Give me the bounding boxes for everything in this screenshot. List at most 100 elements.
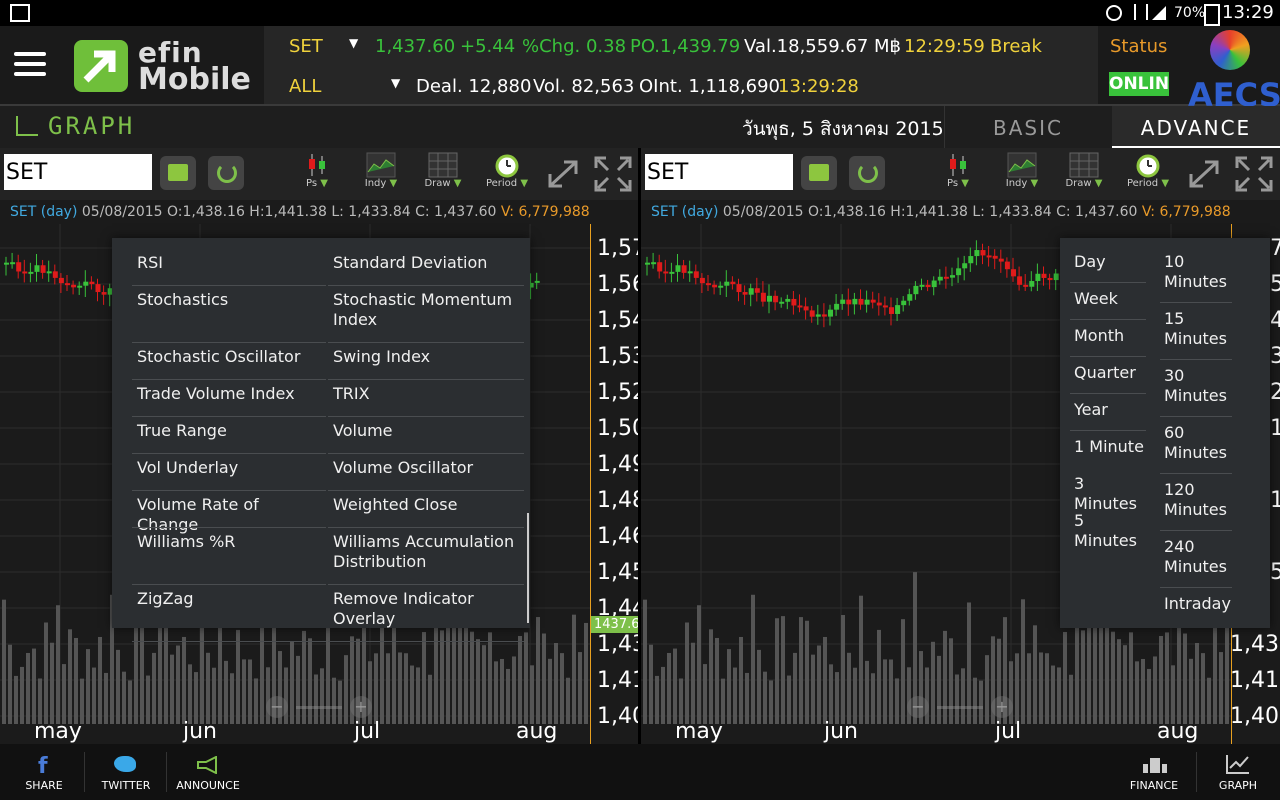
menu-icon[interactable] xyxy=(14,52,46,76)
announce-button[interactable]: ANNOUNCE xyxy=(168,748,248,798)
menu-item[interactable]: True Range xyxy=(137,421,317,441)
period-option[interactable]: Week xyxy=(1074,289,1150,309)
symbol-input[interactable] xyxy=(645,154,793,190)
symbol-select[interactable]: SET xyxy=(289,36,323,57)
chevron-down-icon[interactable]: ▼ xyxy=(391,76,400,90)
y-tick: 1,57 xyxy=(597,236,638,261)
expand-icon[interactable] xyxy=(546,158,580,194)
period-option[interactable]: 60 Minutes xyxy=(1164,423,1244,463)
zoom-in-icon[interactable]: + xyxy=(991,696,1013,718)
chevron-down-icon[interactable]: ▼ xyxy=(349,36,358,50)
volume-bar xyxy=(949,638,953,724)
menu-item[interactable]: RSI xyxy=(137,253,317,273)
menu-item[interactable]: Vol Underlay xyxy=(137,458,317,478)
x-tick-may: may xyxy=(675,719,723,744)
indy-button[interactable]: Indy ▼ xyxy=(997,152,1047,198)
finance-button[interactable]: FINANCE xyxy=(1114,748,1194,798)
expand-icon[interactable] xyxy=(1187,158,1221,194)
zoom-slider[interactable] xyxy=(296,706,342,709)
volume-bar xyxy=(943,630,947,724)
candle-body xyxy=(864,299,870,305)
period-option[interactable]: 1 Minute xyxy=(1074,437,1150,457)
draw-label: Draw xyxy=(424,178,451,189)
candle-body xyxy=(846,299,852,305)
volume-bar xyxy=(122,671,126,724)
volume-bar xyxy=(925,667,929,724)
zoom-out-icon[interactable]: − xyxy=(266,696,288,718)
period-option[interactable]: 15 Minutes xyxy=(1164,309,1244,349)
period-option[interactable]: 240 Minutes xyxy=(1164,537,1244,577)
fullscreen-icon[interactable] xyxy=(1235,156,1273,196)
market-select[interactable]: ALL xyxy=(289,76,321,97)
fullscreen-icon[interactable] xyxy=(594,156,632,196)
draw-button[interactable]: Draw ▼ xyxy=(1059,152,1109,198)
menu-item[interactable]: Volume xyxy=(333,421,523,441)
volume-bar xyxy=(1207,677,1211,724)
period-option[interactable]: 30 Minutes xyxy=(1164,366,1244,406)
ps-button[interactable]: Ps ▼ xyxy=(933,152,983,198)
last-price: 1,437.60 xyxy=(375,36,456,57)
zoom-in-icon[interactable]: + xyxy=(350,696,372,718)
menu-item[interactable]: Swing Index xyxy=(333,347,523,367)
refresh-button[interactable] xyxy=(208,156,244,190)
volume-bar xyxy=(308,638,312,724)
candle-body xyxy=(16,262,22,272)
menu-item[interactable]: ZigZag xyxy=(137,589,317,609)
volume-bar xyxy=(883,659,887,724)
volume-bar xyxy=(979,680,983,724)
menu-item[interactable]: Volume Rate of Change xyxy=(137,495,317,535)
volume-bar xyxy=(488,632,492,724)
candle-body xyxy=(876,302,882,306)
volume-bar xyxy=(739,636,743,724)
candle-body xyxy=(736,284,742,293)
menu-item[interactable]: Williams Accumulation Distribution xyxy=(333,532,523,572)
tab-advance[interactable]: ADVANCE xyxy=(1112,106,1280,148)
period-option[interactable]: Day xyxy=(1074,252,1150,272)
symbol-input[interactable] xyxy=(4,154,152,190)
volume-bar xyxy=(158,617,162,724)
period-option[interactable]: Quarter xyxy=(1074,363,1150,383)
indy-button[interactable]: Indy ▼ xyxy=(356,152,406,198)
menu-item[interactable]: Williams %R xyxy=(137,532,317,552)
volume-bar xyxy=(1213,614,1217,724)
candle-body xyxy=(1047,277,1053,281)
period-option[interactable]: 5 Minutes xyxy=(1074,511,1150,551)
candle-body xyxy=(58,277,64,284)
zoom-out-icon[interactable]: − xyxy=(907,696,929,718)
ps-button[interactable]: Ps ▼ xyxy=(292,152,342,198)
tab-basic[interactable]: BASIC xyxy=(944,106,1111,148)
menu-scrollbar[interactable] xyxy=(527,513,529,623)
menu-item[interactable]: Stochastic Oscillator xyxy=(137,347,317,367)
period-option[interactable]: 3 Minutes xyxy=(1074,474,1150,514)
menu-item[interactable]: Remove Indicator Overlay xyxy=(333,589,523,629)
twitter-button[interactable]: TWITTER xyxy=(86,748,166,798)
volume-bar xyxy=(1129,632,1133,724)
calendar-button[interactable] xyxy=(801,156,837,190)
divider xyxy=(1196,752,1197,792)
period-button[interactable]: Period ▼ xyxy=(1123,152,1173,198)
menu-item[interactable]: Trade Volume Index xyxy=(137,384,317,404)
menu-item[interactable]: Stochastic Momentum Index xyxy=(333,290,523,330)
period-button[interactable]: Period ▼ xyxy=(482,152,532,198)
menu-item[interactable]: Weighted Close xyxy=(333,495,523,515)
menu-item[interactable]: TRIX xyxy=(333,384,523,404)
volume-bar xyxy=(152,652,156,724)
period-option[interactable]: Intraday xyxy=(1164,594,1244,614)
period-option[interactable]: 120 Minutes xyxy=(1164,480,1244,520)
menu-item[interactable]: Volume Oscillator xyxy=(333,458,523,478)
menu-item[interactable]: Standard Deviation xyxy=(333,253,523,273)
refresh-button[interactable] xyxy=(849,156,885,190)
network-icon xyxy=(1134,4,1148,20)
share-button[interactable]: f SHARE xyxy=(4,748,84,798)
zoom-slider[interactable] xyxy=(937,706,983,709)
period-option[interactable]: 10 Minutes xyxy=(1164,252,1244,292)
calendar-button[interactable] xyxy=(160,156,196,190)
y-tick: 1,53 xyxy=(597,344,638,369)
draw-button[interactable]: Draw ▼ xyxy=(418,152,468,198)
graph-button[interactable]: GRAPH xyxy=(1198,748,1278,798)
menu-item[interactable]: Stochastics xyxy=(137,290,317,310)
volume-bar xyxy=(542,633,546,724)
period-option[interactable]: Year xyxy=(1074,400,1150,420)
y-tick: 1 xyxy=(1270,416,1280,441)
period-option[interactable]: Month xyxy=(1074,326,1150,346)
